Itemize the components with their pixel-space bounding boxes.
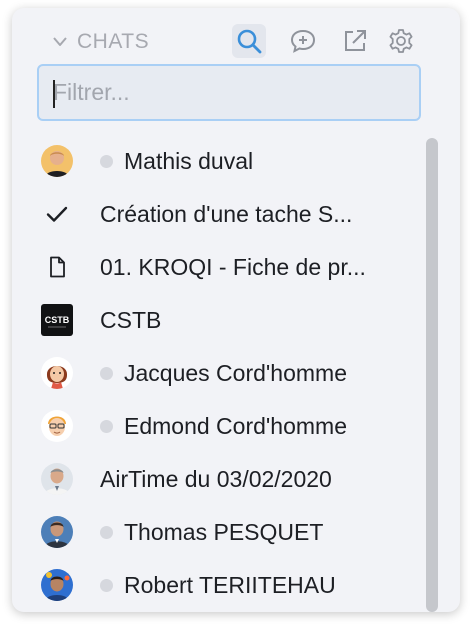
chat-item-cstb[interactable]: CSTB CSTB [12,295,422,345]
status-dot [100,366,113,380]
chat-item-label: 01. KROQI - Fiche de pr... [100,253,366,280]
chats-collapse-toggle[interactable]: CHATS [52,28,149,56]
chat-item-label: Mathis duval [124,147,254,174]
search-button[interactable] [232,24,266,58]
filter-field[interactable] [37,64,421,121]
avatar [40,463,73,496]
avatar [40,410,73,443]
settings-button[interactable] [384,24,418,58]
chat-item-label: Robert TERIITEHAU [124,571,336,598]
open-external-button[interactable] [338,24,372,58]
chat-item-mathis-duval[interactable]: Mathis duval [12,136,422,186]
chat-item-edmond-cordhomme[interactable]: Edmond Cord'homme [12,401,422,451]
external-open-icon [345,30,366,51]
search-icon [237,29,262,54]
avatar [40,569,73,602]
filter-input[interactable] [39,66,419,119]
chats-title: CHATS [77,30,150,53]
scrollbar-thumb[interactable] [426,138,438,612]
chat-item-thomas-pesquet[interactable]: Thomas PESQUET [12,507,422,557]
cstb-logo: CSTB [40,304,73,337]
chat-list: Mathis duval Création d'une tache S... 0… [12,132,460,612]
chats-header: CHATS [12,8,460,62]
new-chat-icon [290,29,316,53]
chats-panel: CHATS Filtrer... Mathis duval Création d… [12,8,460,612]
chat-item-label: Edmond Cord'homme [124,412,347,439]
status-dot [100,525,113,539]
chat-item-label: AirTime du 03/02/2020 [100,465,332,492]
chat-item-task-creation[interactable]: Création d'une tache S... [12,189,422,239]
chat-item-jacques-cordhomme[interactable]: Jacques Cord'homme [12,348,422,398]
text-caret [53,80,55,108]
svg-text:CSTB: CSTB [44,315,69,325]
chevron-down-icon [53,37,67,46]
chat-item-kroqi-document[interactable]: 01. KROQI - Fiche de pr... [12,242,422,292]
checkmark-icon [40,198,73,231]
status-dot [100,578,113,592]
document-icon [40,251,73,284]
avatar [40,357,73,390]
chat-item-label: Jacques Cord'homme [124,359,347,386]
avatar [40,516,73,549]
chat-item-airtime[interactable]: AirTime du 03/02/2020 [12,454,422,504]
chat-item-label: Thomas PESQUET [124,518,324,545]
status-dot [100,154,113,168]
chat-item-label: Création d'une tache S... [100,200,353,227]
avatar [40,145,73,178]
status-dot [100,419,113,433]
chat-item-robert-teriitehau[interactable]: Robert TERIITEHAU [12,560,422,610]
chat-item-label: CSTB [100,306,162,333]
settings-gear-icon [389,29,413,53]
new-chat-button[interactable] [286,24,320,58]
